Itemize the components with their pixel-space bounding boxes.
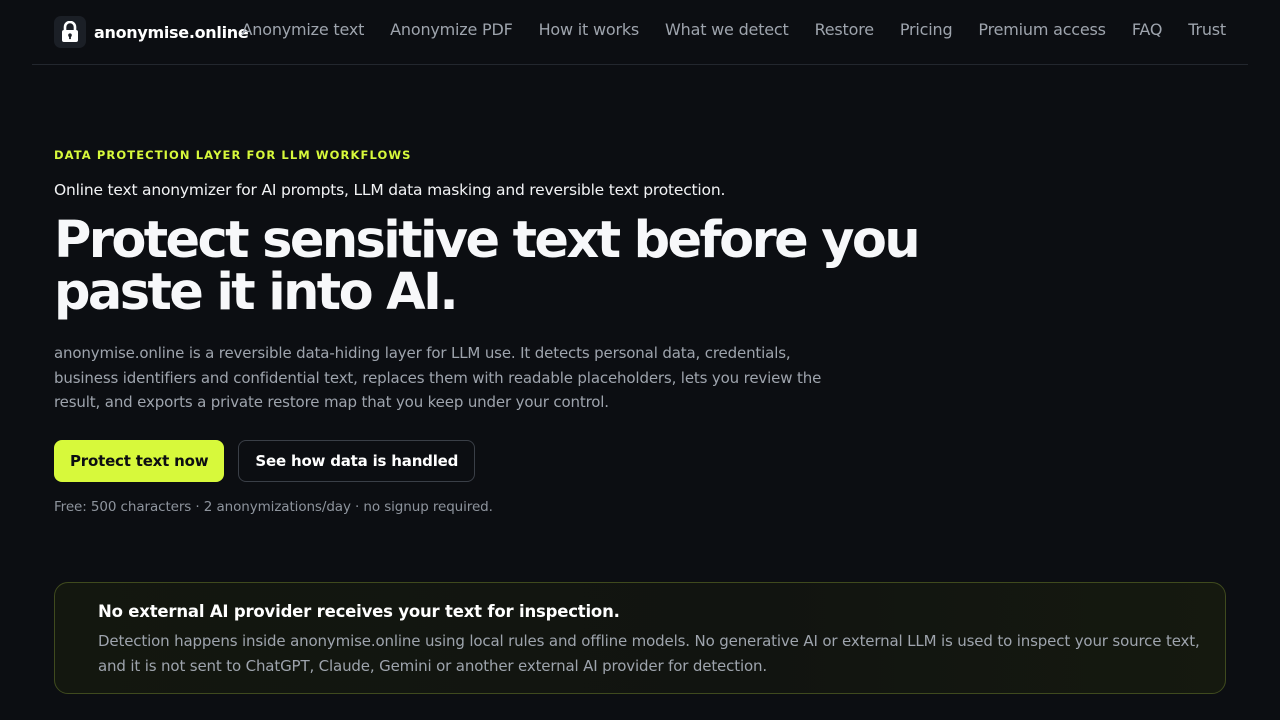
top-navigation-bar: anonymise.online Anonymize text Anonymiz…: [32, 0, 1248, 65]
nav-anonymize-text-link[interactable]: Anonymize text: [242, 20, 365, 39]
lock-icon: [54, 16, 86, 48]
cta-button-group: Protect text now See how data is handled: [54, 439, 1054, 482]
nav-pricing-link[interactable]: Pricing: [900, 20, 953, 39]
nav-how-it-works-link[interactable]: How it works: [539, 20, 640, 39]
nav-anonymize-pdf-link[interactable]: Anonymize PDF: [390, 20, 513, 39]
nav-faq-link[interactable]: FAQ: [1132, 20, 1163, 39]
hero-subline: Online text anonymizer for AI prompts, L…: [54, 181, 726, 199]
notice-title: No external AI provider receives your te…: [98, 602, 620, 621]
nav-premium-access-link[interactable]: Premium access: [978, 20, 1106, 39]
privacy-notice-card: No external AI provider receives your te…: [54, 582, 1226, 694]
hero-eyebrow: DATA PROTECTION LAYER FOR LLM WORKFLOWS: [54, 148, 412, 162]
notice-text: Detection happens inside anonymise.onlin…: [98, 632, 1200, 675]
nav-restore-link[interactable]: Restore: [815, 20, 875, 39]
nav-trust-link[interactable]: Trust: [1188, 20, 1226, 39]
page-title: Protect sensitive text before you paste …: [54, 211, 921, 322]
see-data-handling-button[interactable]: See how data is handled: [238, 439, 476, 482]
nav-what-we-detect-link[interactable]: What we detect: [665, 20, 789, 39]
protect-text-now-button[interactable]: Protect text now: [54, 439, 225, 482]
hero-section: DATA PROTECTION LAYER FOR LLM WORKFLOWS …: [54, 148, 1054, 515]
free-tier-note: Free: 500 characters · 2 anonymizations/…: [54, 498, 493, 515]
main-nav: Anonymize text Anonymize PDF How it work…: [216, 20, 1227, 39]
hero-description: anonymise.online is a reversible data-hi…: [54, 344, 822, 411]
